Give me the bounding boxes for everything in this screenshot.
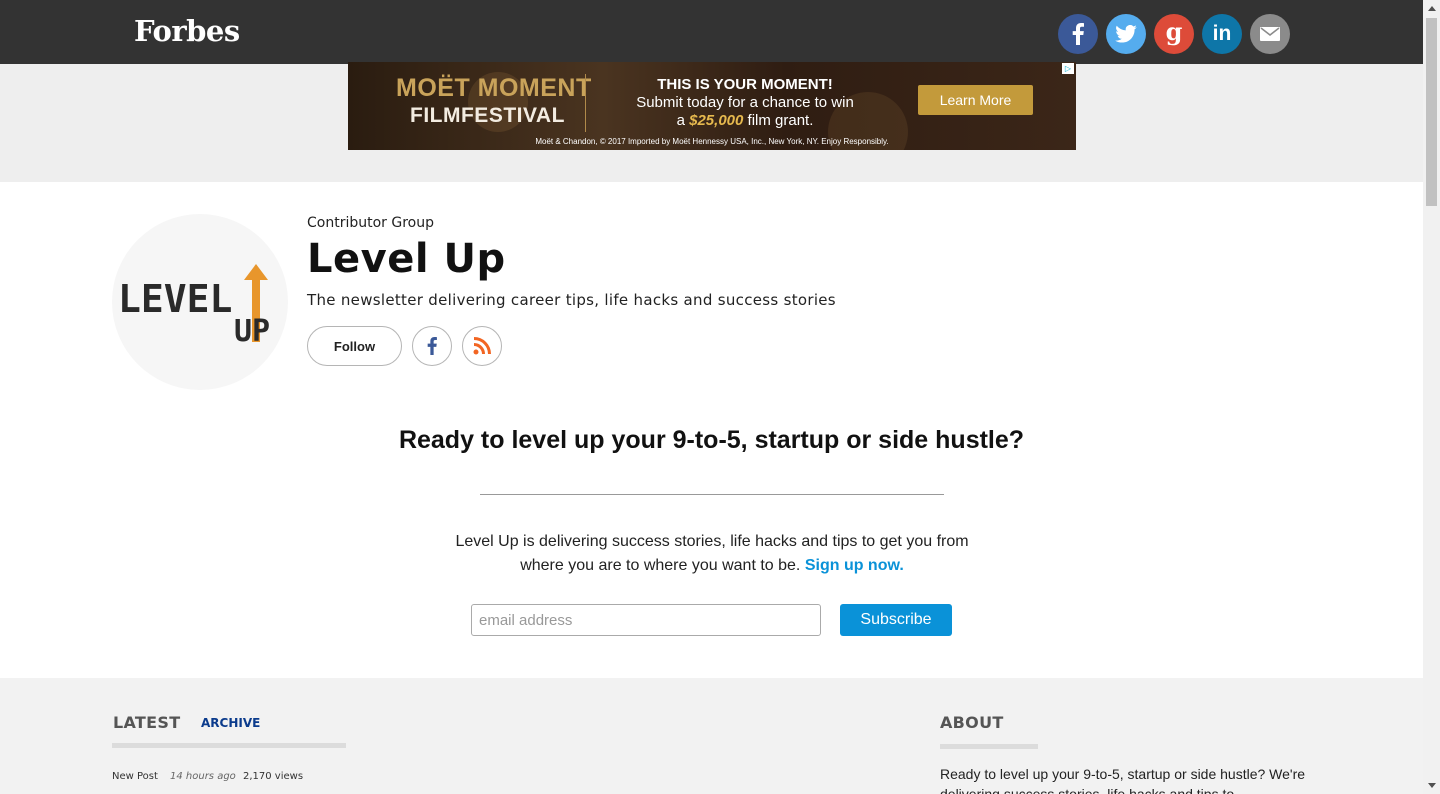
logo-up-text: UP (234, 314, 270, 349)
email-input[interactable] (471, 604, 821, 636)
signup-body-line2: where you are to where you want to be. (520, 557, 801, 574)
post-timestamp: 14 hours ago (170, 771, 236, 782)
level-up-logo-avatar: LEVEL UP (112, 214, 288, 390)
logo-level-text: LEVEL (118, 277, 232, 321)
scroll-down-arrow-icon[interactable] (1423, 777, 1440, 794)
follow-button[interactable]: Follow (307, 326, 402, 366)
ad-fine-print: Moët & Chandon, © 2017 Imported by Moët … (535, 137, 889, 146)
facebook-share-button[interactable] (1058, 14, 1098, 54)
page-title: Level Up (307, 236, 506, 282)
tab-underline (112, 743, 346, 748)
facebook-follow-button[interactable] (412, 326, 452, 366)
ad-brand-line2: FILMFESTIVAL (410, 104, 565, 127)
ad-learn-more-button[interactable]: Learn More (918, 85, 1033, 115)
signup-description: Level Up is delivering success stories, … (422, 530, 1002, 578)
level-up-logo-icon: LEVEL UP (118, 264, 270, 349)
signup-body-line1: Level Up is delivering success stories, … (455, 533, 969, 550)
scroll-up-arrow-icon[interactable] (1423, 0, 1440, 17)
adchoices-icon[interactable]: ▷ (1062, 63, 1074, 74)
linkedin-icon: in (1212, 22, 1232, 45)
signup-body-line2-wrap: where you are to where you want to be. S… (422, 554, 1002, 578)
facebook-icon (1072, 23, 1084, 45)
ad-banner[interactable]: MOËT MOMENT FILMFESTIVAL THIS IS YOUR MO… (348, 62, 1076, 150)
mail-icon (1260, 27, 1280, 41)
facebook-icon (427, 337, 437, 355)
rss-icon (473, 337, 491, 355)
scroll-thumb[interactable] (1426, 18, 1437, 206)
google-plus-share-button[interactable]: g (1154, 14, 1194, 54)
about-underline (940, 744, 1038, 749)
about-text: Ready to level up your 9-to-5, startup o… (940, 766, 1306, 794)
ad-subline-suffix: film grant. (743, 112, 814, 129)
ad-subline-amount: a $25,000 film grant. (600, 112, 890, 129)
rss-feed-button[interactable] (462, 326, 502, 366)
ad-subline: Submit today for a chance to win (636, 94, 854, 111)
linkedin-share-button[interactable]: in (1202, 14, 1242, 54)
signup-heading: Ready to level up your 9-to-5, startup o… (398, 426, 1025, 454)
ad-divider (585, 74, 586, 132)
ad-amount: $25,000 (689, 112, 744, 129)
page-scrollbar[interactable] (1423, 0, 1440, 794)
sign-up-link[interactable]: Sign up now. (805, 557, 904, 574)
ad-headline: THIS IS YOUR MOMENT! (657, 76, 833, 93)
ad-subline-prefix: a (676, 112, 690, 129)
twitter-share-button[interactable] (1106, 14, 1146, 54)
forbes-logo[interactable]: Forbes (134, 14, 240, 48)
ad-brand-line1: MOËT MOMENT (396, 74, 592, 102)
divider (480, 494, 944, 495)
twitter-icon (1115, 25, 1137, 43)
post-type-label: New Post (112, 771, 158, 782)
tab-archive[interactable]: ARCHIVE (201, 716, 260, 730)
subscribe-button[interactable]: Subscribe (840, 604, 952, 636)
top-bar: Forbes g in (0, 0, 1423, 64)
tab-latest[interactable]: LATEST (113, 713, 180, 732)
about-heading: ABOUT (940, 713, 1004, 732)
contributor-group-label: Contributor Group (307, 215, 434, 231)
post-view-count: 2,170 views (243, 771, 304, 782)
email-share-button[interactable] (1250, 14, 1290, 54)
page-tagline: The newsletter delivering career tips, l… (307, 291, 836, 309)
google-plus-icon: g (1165, 17, 1183, 46)
